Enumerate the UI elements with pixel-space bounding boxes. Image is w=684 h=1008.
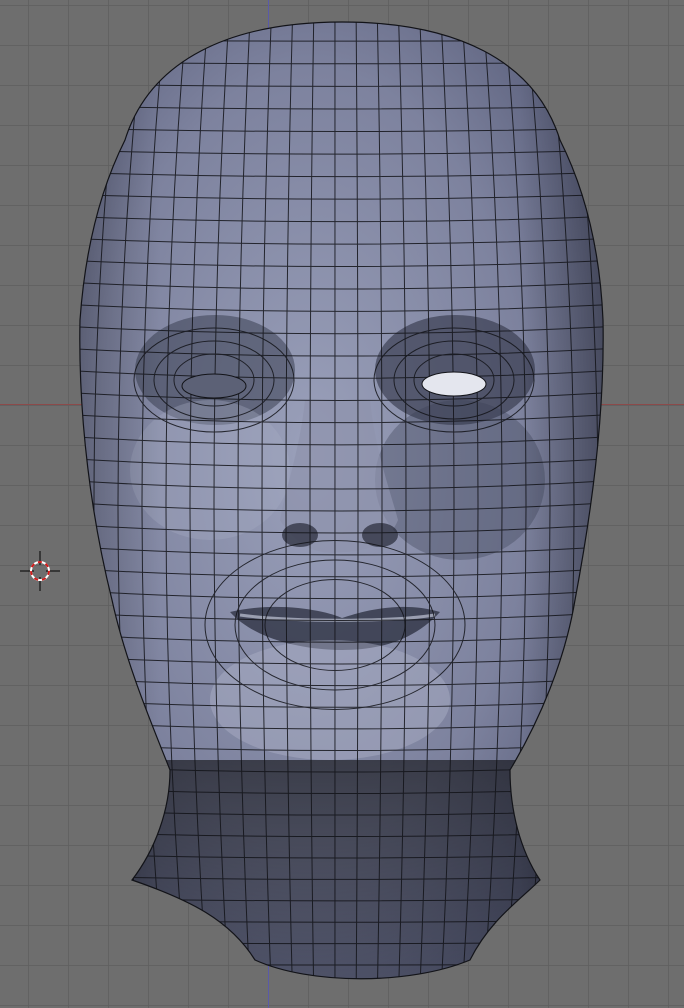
3d-viewport[interactable] <box>0 0 684 1008</box>
3d-cursor-icon[interactable] <box>0 0 684 1008</box>
